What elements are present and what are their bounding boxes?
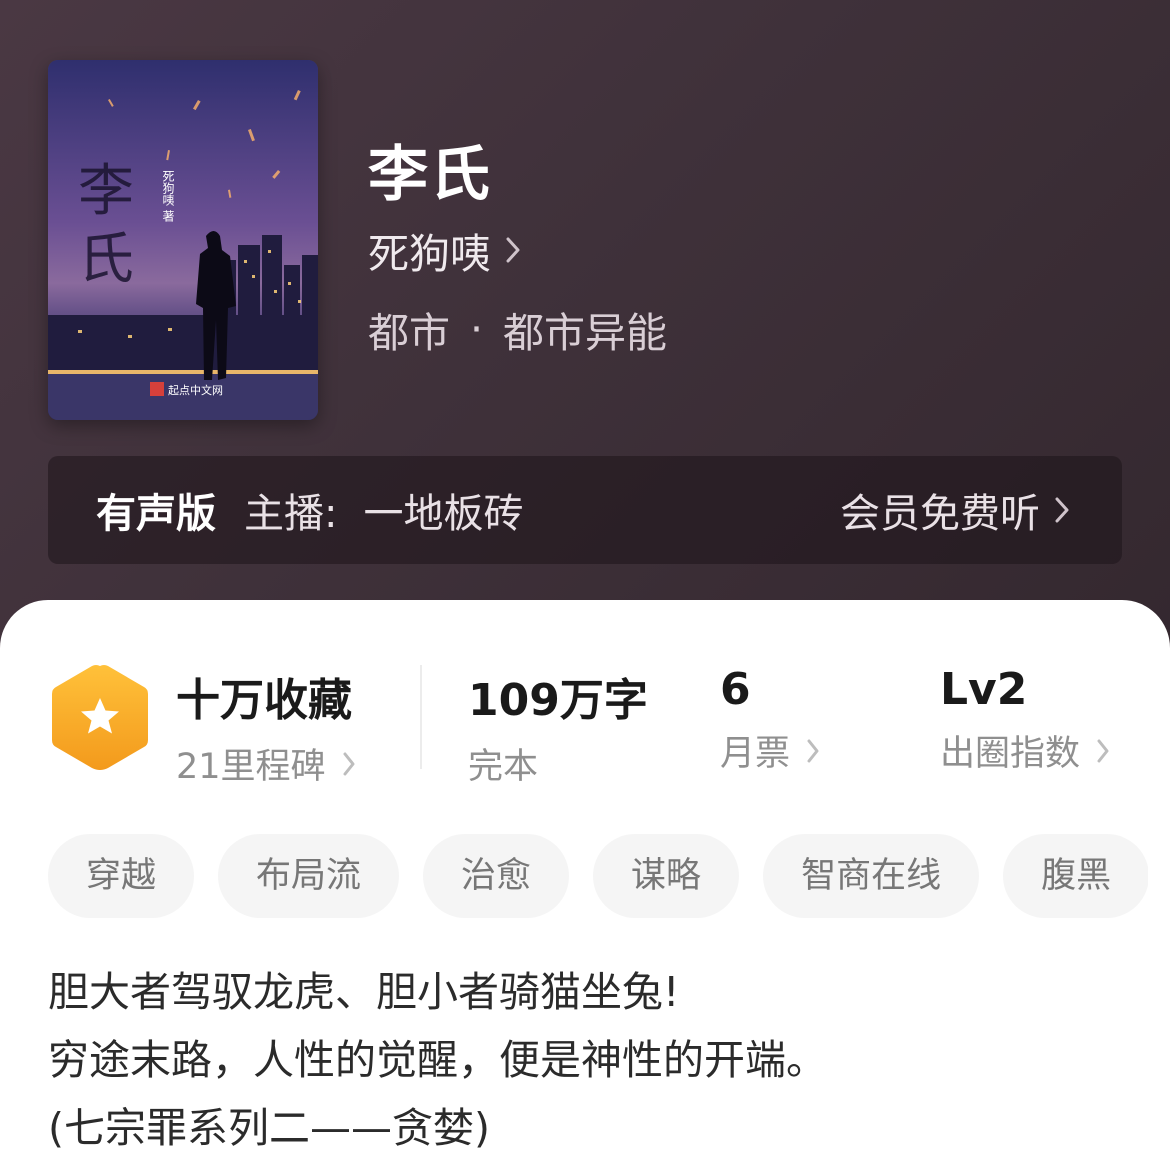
description-line: 穷途末路，人性的觉醒，便是神性的开端。 [48,1036,827,1084]
book-description[interactable]: 胆大者驾驭龙虎、胆小者骑猫坐兔! 穷途末路，人性的觉醒，便是神性的开端。 (七宗… [48,958,1128,1162]
chevron-right-icon [343,752,355,775]
tag-chip[interactable]: 治愈 [423,834,570,918]
author-link[interactable]: 死狗咦 [368,222,521,278]
genre-separator: · [470,305,484,353]
collect-stat[interactable]: 十万收藏 21里程碑 [176,664,356,789]
author-name: 死狗咦 [368,230,491,278]
tag-chip[interactable]: 智商在线 [763,834,980,918]
monthly-ticket-label: 月票 [720,734,791,774]
chevron-right-icon [506,237,520,263]
stats-divider [420,665,422,769]
description-line: (七宗罪系列二——贪婪) [48,1104,490,1152]
monthly-ticket-link[interactable]: 月票 [720,725,820,776]
free-listen-button[interactable]: 会员免费听 [840,481,1070,539]
subgenre[interactable]: 都市异能 [503,299,667,359]
cover-title: 李 [78,159,134,224]
audio-edition-bar[interactable]: 有声版 主播: 一地板砖 会员免费听 [48,456,1122,564]
milestone-link[interactable]: 21里程碑 [176,738,356,789]
tag-list: 穿越 布局流 治愈 谋略 智商在线 腹黑 [48,834,1148,918]
chevron-right-icon [1097,739,1109,762]
popularity-level: Lv2 [940,664,1028,715]
completion-status: 完本 [468,747,539,787]
chevron-right-icon [1055,497,1069,523]
cover-publisher: 起点中文网 [168,383,223,397]
tag-chip[interactable]: 穿越 [48,834,195,918]
star-badge-icon [52,665,148,770]
svg-text:氏: 氏 [78,227,134,292]
word-count: 109万字 [468,675,648,726]
genre-line: 都市 · 都市异能 [368,299,667,359]
description-line: 胆大者驾驭龙虎、胆小者骑猫坐兔! [48,968,680,1016]
popularity-index-label: 出圈指数 [940,734,1081,774]
genre[interactable]: 都市 [368,299,450,359]
popularity-index-stat[interactable]: Lv2 出圈指数 [940,664,1110,776]
audio-badge: 有声版 [96,491,216,537]
free-listen-label: 会员免费听 [840,491,1040,537]
book-title: 李氏 [368,140,492,210]
tag-chip[interactable]: 谋略 [593,834,740,918]
tag-chip[interactable]: 腹黑 [1003,834,1148,918]
milestone-label: 21里程碑 [176,747,326,787]
chevron-right-icon [807,739,819,762]
tag-chip[interactable]: 布局流 [218,834,400,918]
monthly-ticket-count: 6 [720,664,751,715]
book-cover[interactable]: 李 氏 死狗咦 著 起点中文网 [48,60,318,420]
cover-author: 死狗咦 著 [161,170,175,222]
host-name: 一地板砖 [363,491,524,537]
host-label: 主播: [244,491,338,537]
cover-artwork: 李 氏 死狗咦 著 起点中文网 [48,60,318,420]
popularity-index-link[interactable]: 出圈指数 [940,725,1110,776]
word-count-stat: 109万字 完本 [468,664,648,789]
monthly-ticket-stat[interactable]: 6 月票 [720,664,820,776]
collect-count: 十万收藏 [176,675,352,726]
